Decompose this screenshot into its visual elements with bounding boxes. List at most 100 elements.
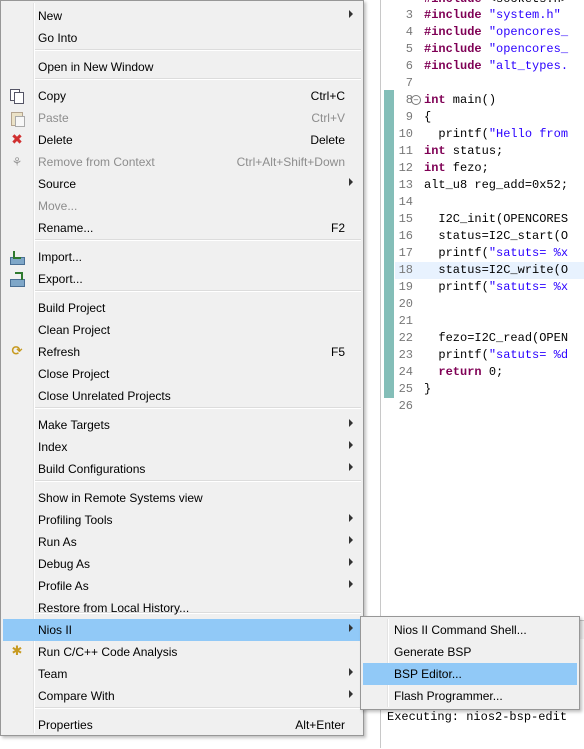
code-line[interactable]: 17 printf("satuts= %x <box>395 245 568 262</box>
code-text: #include <sockets.h> <box>424 0 568 6</box>
submenu-item-generate-bsp[interactable]: Generate BSP <box>363 641 577 663</box>
menu-item-team[interactable]: Team <box>3 663 361 685</box>
menu-item-show-in-remote-systems-view[interactable]: Show in Remote Systems view <box>3 487 361 509</box>
menu-separator <box>35 290 361 292</box>
line-number: 20 <box>398 297 413 311</box>
submenu-arrow-icon <box>349 580 353 588</box>
menu-item-debug-as[interactable]: Debug As <box>3 553 361 575</box>
code-text: #include "system.h" <box>424 8 561 22</box>
line-number: 16 <box>398 229 413 243</box>
menu-item-rename[interactable]: Rename... F2 <box>3 217 361 239</box>
code-text: #include "opencores_ <box>424 25 569 39</box>
code-line[interactable]: 4 #include "opencores_ <box>395 24 568 41</box>
menu-item-source[interactable]: Source <box>3 173 361 195</box>
code-line[interactable]: 21 <box>395 313 424 330</box>
menu-item-open-in-new-window[interactable]: Open in New Window <box>3 56 361 78</box>
code-line[interactable]: 18 status=I2C_write(O <box>395 262 584 279</box>
code-line[interactable]: 24 return 0; <box>395 364 504 381</box>
menu-item-import[interactable]: Import... <box>3 246 361 268</box>
menu-item-label: Move... <box>38 199 78 213</box>
shortcut-text: Alt+Enter <box>295 718 345 732</box>
copy-icon <box>9 88 25 104</box>
menu-item-copy[interactable]: Copy Ctrl+C <box>3 85 361 107</box>
menu-item-label: Restore from Local History... <box>38 601 190 615</box>
menu-item-label: Make Targets <box>38 418 110 432</box>
change-ruler <box>384 90 394 398</box>
code-line[interactable]: 9{ <box>395 109 431 126</box>
line-number: 22 <box>398 331 413 345</box>
menu-item-build-configurations[interactable]: Build Configurations <box>3 458 361 480</box>
menu-item-refresh[interactable]: ⟳ Refresh F5 <box>3 341 361 363</box>
menu-item-clean-project[interactable]: Clean Project <box>3 319 361 341</box>
submenu-arrow-icon <box>349 536 353 544</box>
code-line[interactable]: 7 <box>395 75 424 92</box>
code-line[interactable]: 14 <box>395 194 424 211</box>
menu-item-restore-from-local-history[interactable]: Restore from Local History... <box>3 597 361 619</box>
export-icon <box>9 271 25 287</box>
menu-item-label: Show in Remote Systems view <box>38 491 203 505</box>
menu-item-profile-as[interactable]: Profile As <box>3 575 361 597</box>
submenu-item-nios-ii-command-shell[interactable]: Nios II Command Shell... <box>363 619 577 641</box>
submenu-item-bsp-editor[interactable]: BSP Editor... <box>363 663 577 685</box>
code-line[interactable]: 15 I2C_init(OPENCORES <box>395 211 568 228</box>
menu-item-label: Team <box>38 667 68 681</box>
menu-item-delete[interactable]: ✖ Delete Delete <box>3 129 361 151</box>
menu-item-label: New <box>38 9 63 23</box>
line-number: 7 <box>405 76 413 90</box>
code-text: printf("satuts= %x <box>424 280 569 294</box>
code-line[interactable]: 25} <box>395 381 432 398</box>
line-number: 12 <box>398 161 413 175</box>
menu-item-profiling-tools[interactable]: Profiling Tools <box>3 509 361 531</box>
submenu-item-label: Generate BSP <box>394 645 472 659</box>
line-number: 26 <box>398 399 413 413</box>
menu-item-label: Paste <box>38 111 69 125</box>
code-line[interactable]: 8 int main() <box>395 92 496 109</box>
menu-item-compare-with[interactable]: Compare With <box>3 685 361 707</box>
import-icon <box>9 249 25 265</box>
menu-item-nios-ii[interactable]: Nios II <box>3 619 361 641</box>
code-line[interactable]: 23 printf("satuts= %d <box>395 347 568 364</box>
menu-item-export[interactable]: Export... <box>3 268 361 290</box>
menu-item-properties[interactable]: Properties Alt+Enter <box>3 714 361 736</box>
code-line[interactable]: 16 status=I2C_start(O <box>395 228 568 245</box>
code-line[interactable]: 20 <box>395 296 424 313</box>
menu-item-make-targets[interactable]: Make Targets <box>3 414 361 436</box>
menu-item-build-project[interactable]: Build Project <box>3 297 361 319</box>
code-line[interactable]: 11 int status; <box>395 143 504 160</box>
menu-item-run-c-c-code-analysis[interactable]: ✱ Run C/C++ Code Analysis <box>3 641 361 663</box>
menu-item-index[interactable]: Index <box>3 436 361 458</box>
menu-item-remove-from-context: ⚘ Remove from Context Ctrl+Alt+Shift+Down <box>3 151 361 173</box>
code-line[interactable]: 12 int fezo; <box>395 160 489 177</box>
shortcut-text: Delete <box>310 133 345 147</box>
code-line[interactable]: 3 #include "system.h" <box>395 7 561 24</box>
menu-item-run-as[interactable]: Run As <box>3 531 361 553</box>
submenu-arrow-icon <box>349 690 353 698</box>
menu-item-label: Open in New Window <box>38 60 154 74</box>
menu-item-close-unrelated-projects[interactable]: Close Unrelated Projects <box>3 385 361 407</box>
menu-item-go-into[interactable]: Go Into <box>3 27 361 49</box>
menu-item-label: Build Configurations <box>38 462 146 476</box>
submenu-item-flash-programmer[interactable]: Flash Programmer... <box>363 685 577 707</box>
menu-item-new[interactable]: New <box>3 5 361 27</box>
submenu-arrow-icon <box>349 441 353 449</box>
submenu-arrow-icon <box>349 624 353 632</box>
code-line[interactable]: 19 printf("satuts= %x <box>395 279 568 296</box>
console-output: Executing: nios2-bsp-edit <box>387 710 568 724</box>
menu-item-label: Profile As <box>38 579 89 593</box>
menu-item-close-project[interactable]: Close Project <box>3 363 361 385</box>
code-line[interactable]: 26 <box>395 398 424 415</box>
line-number: 15 <box>398 212 413 226</box>
code-line[interactable]: 6 #include "alt_types. <box>395 58 568 75</box>
code-text: fezo=I2C_read(OPEN <box>424 331 569 345</box>
menu-item-label: Run As <box>38 535 77 549</box>
submenu-item-label: BSP Editor... <box>394 667 462 681</box>
line-number: 14 <box>398 195 413 209</box>
code-line[interactable]: 22 fezo=I2C_read(OPEN <box>395 330 568 347</box>
menu-separator <box>35 480 361 482</box>
line-number: 11 <box>398 144 413 158</box>
code-line[interactable]: 13 alt_u8 reg_add=0x52; <box>395 177 568 194</box>
code-line[interactable]: 5 #include "opencores_ <box>395 41 568 58</box>
code-text: #include "opencores_ <box>424 42 569 56</box>
submenu-arrow-icon <box>349 10 353 18</box>
code-line[interactable]: 10 printf("Hello from <box>395 126 568 143</box>
